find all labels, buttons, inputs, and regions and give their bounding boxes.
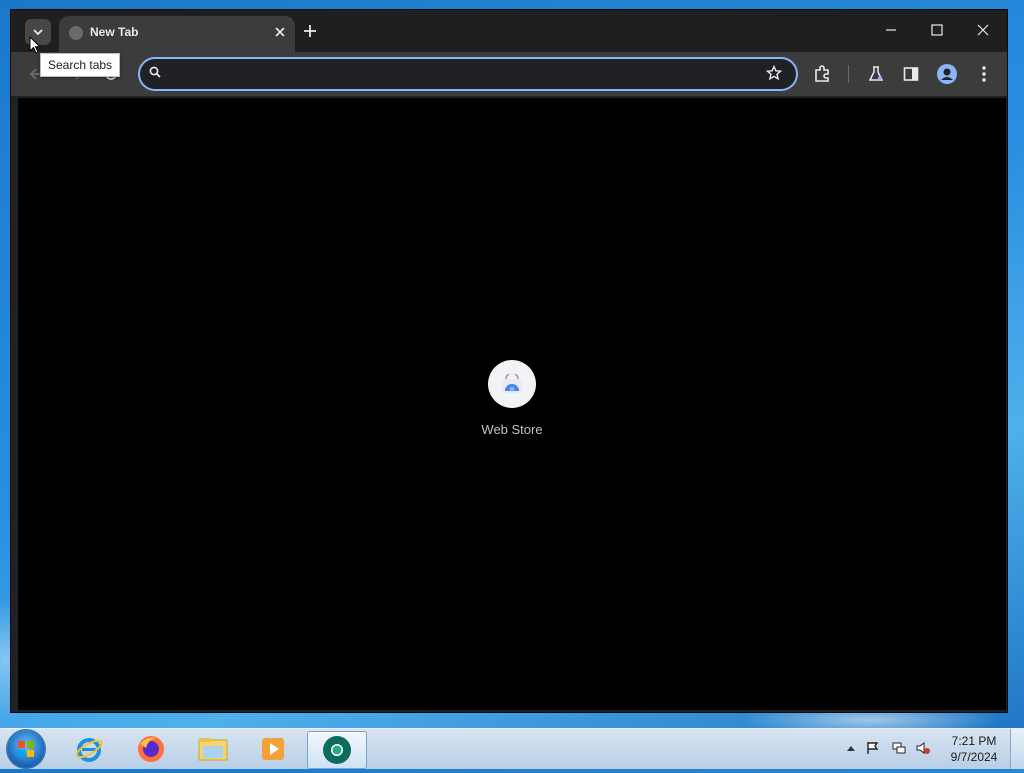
toolbar-divider [848, 65, 849, 83]
side-panel-icon [903, 67, 919, 81]
shortcut-label: Web Store [481, 422, 543, 437]
new-tab-button[interactable] [299, 20, 321, 42]
internet-explorer-icon [75, 738, 103, 762]
flask-icon [868, 66, 884, 81]
plus-icon [304, 25, 316, 37]
web-store-icon [502, 374, 522, 393]
taskbar-media-player[interactable] [248, 731, 298, 767]
close-icon [977, 24, 989, 36]
shortcut-tile [488, 360, 536, 408]
extensions-button[interactable] [812, 64, 832, 84]
chrome-dev-icon [323, 736, 351, 764]
shortcut-web-store[interactable]: Web Store [472, 360, 552, 437]
menu-button[interactable] [974, 64, 994, 84]
browser-window: New Tab Web Store Search tabs [11, 10, 1007, 712]
flag-icon [867, 742, 879, 754]
browser-toolbar [11, 52, 1007, 96]
address-input[interactable] [172, 62, 756, 88]
taskbar-chrome-dev[interactable] [307, 731, 367, 769]
network-icon [892, 742, 906, 754]
avatar-icon [937, 64, 957, 84]
start-button[interactable] [7, 730, 45, 768]
tab-new-tab[interactable]: New Tab [59, 16, 295, 52]
minimize-icon [886, 29, 896, 31]
new-tab-page: Web Store [18, 98, 1006, 710]
chevron-up-icon [847, 746, 855, 751]
show-desktop-button[interactable] [1010, 729, 1024, 769]
tab-close-button[interactable] [271, 23, 289, 41]
tab-strip: New Tab [11, 10, 1007, 52]
maximize-button[interactable] [915, 16, 959, 44]
taskbar: 7:21 PM 9/7/2024 [0, 728, 1024, 769]
windows-logo-icon [18, 741, 34, 757]
close-window-button[interactable] [961, 16, 1005, 44]
taskbar-internet-explorer[interactable] [64, 731, 114, 767]
address-bar[interactable] [138, 57, 798, 91]
volume-muted-icon [916, 742, 930, 754]
clock-time: 7:21 PM [951, 734, 997, 748]
profile-button[interactable] [937, 64, 957, 84]
taskbar-firefox[interactable] [126, 731, 176, 767]
globe-icon [69, 26, 83, 40]
firefox-icon [138, 736, 164, 762]
volume-tray[interactable] [916, 741, 930, 755]
close-icon [275, 27, 285, 37]
taskbar-file-explorer[interactable] [188, 731, 238, 767]
network-tray[interactable] [892, 741, 906, 755]
labs-button[interactable] [866, 64, 886, 84]
bookmark-star-icon[interactable] [766, 65, 782, 81]
show-hidden-icons-button[interactable] [844, 741, 858, 755]
puzzle-icon [815, 65, 829, 82]
side-panel-button[interactable] [901, 64, 921, 84]
clock-date: 9/7/2024 [950, 750, 998, 764]
more-vertical-icon [982, 66, 986, 82]
tab-title: New Tab [90, 25, 139, 39]
system-clock[interactable]: 7:21 PM 9/7/2024 [945, 733, 1003, 765]
mouse-cursor-icon [29, 36, 41, 54]
action-center-tray[interactable] [866, 741, 880, 755]
file-explorer-icon [198, 738, 228, 761]
tab-search-tooltip: Search tabs [40, 53, 121, 77]
maximize-icon [931, 24, 943, 36]
search-icon [149, 66, 161, 78]
media-player-icon [262, 738, 284, 760]
minimize-button[interactable] [869, 16, 913, 44]
